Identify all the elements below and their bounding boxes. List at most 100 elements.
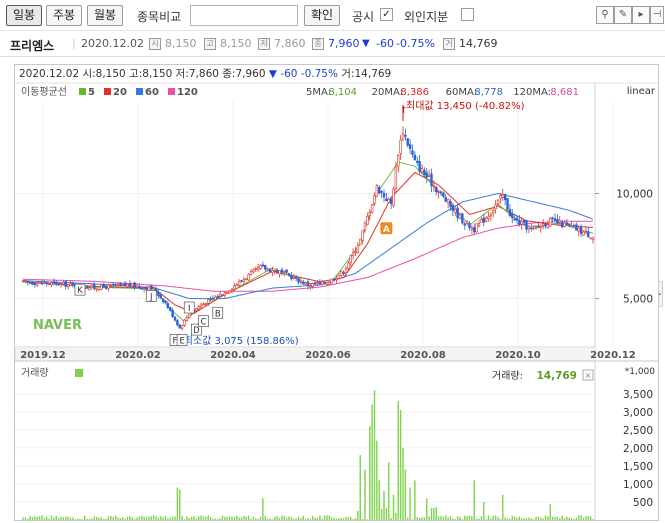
change-pct: -0.75% — [396, 37, 435, 50]
volume-bar — [361, 518, 364, 520]
candle-body — [230, 288, 234, 292]
volume-bar — [497, 517, 499, 520]
ma-legend-swatch — [136, 88, 143, 95]
ma-legend-swatch — [104, 88, 111, 95]
candle-body — [359, 238, 362, 245]
min-annotation: 최소값 3,075 (158.86%) — [184, 335, 299, 347]
ma-legend-period: 60 — [145, 87, 159, 98]
volume-bar — [347, 517, 350, 520]
volume-bar — [281, 515, 283, 520]
disclosure-checkbox[interactable]: ✓ — [380, 8, 393, 21]
header-seg-3: 8,150 — [142, 68, 172, 80]
volume-bar — [69, 517, 72, 520]
close-icon[interactable]: × — [585, 371, 592, 380]
foreign-checkbox[interactable] — [461, 8, 474, 21]
volume-bar — [60, 516, 62, 520]
candle-body — [159, 294, 162, 299]
tab-weekly[interactable]: 주봉 — [46, 5, 82, 26]
volume-bar — [452, 518, 454, 520]
candle-body — [242, 279, 246, 282]
pin-icon[interactable]: ⊣ — [650, 6, 664, 24]
volume-bar — [578, 515, 580, 520]
volume-bar — [513, 516, 516, 520]
candle-body — [202, 303, 205, 306]
candle-body — [294, 276, 298, 279]
volume-current: 14,769 — [536, 370, 577, 382]
scale-mode[interactable]: linear — [627, 86, 656, 97]
candle-body — [199, 304, 203, 308]
candle-body — [432, 185, 436, 188]
volume-bar — [169, 517, 171, 520]
event-marker-label: K — [77, 286, 83, 296]
stock-name: 프리엠스 — [10, 39, 55, 53]
volume-bar — [430, 508, 433, 520]
volume-bar — [112, 516, 114, 520]
volume-bar — [547, 516, 549, 520]
volume-bar — [255, 518, 257, 520]
candle-body — [511, 213, 514, 219]
header-seg-10: -0.75% — [297, 68, 338, 80]
candle-body — [166, 303, 170, 309]
volume-bar — [250, 518, 252, 520]
volume-bar — [487, 515, 490, 520]
candle-body — [214, 296, 217, 300]
candle-body — [425, 172, 428, 178]
candle-body — [560, 221, 564, 228]
volume-tick-label: 3,000 — [623, 407, 653, 419]
volume-bar — [174, 516, 176, 520]
volume-bar — [269, 518, 271, 520]
pencil-icon[interactable]: ✎ — [614, 6, 632, 24]
candle-body — [456, 207, 459, 219]
candle-body — [591, 237, 595, 240]
candle-body — [233, 285, 236, 290]
volume-bar — [359, 455, 361, 520]
volume-bar — [411, 519, 414, 520]
ma-legend-title: 이동평균선 — [21, 86, 67, 98]
tab-daily[interactable]: 일봉 — [6, 5, 42, 26]
candle-body — [50, 282, 53, 286]
candle-body — [123, 282, 127, 286]
cursor-icon[interactable]: ▸ — [632, 6, 650, 24]
candle-body — [278, 270, 281, 275]
candle-body — [36, 282, 39, 286]
volume-bar — [179, 489, 181, 520]
close-badge: 종 — [312, 38, 324, 50]
candle-body — [344, 268, 348, 274]
candle-body — [100, 284, 103, 290]
volume-bar — [46, 516, 48, 520]
volume-bar — [378, 480, 380, 520]
naver-watermark: NAVER — [33, 318, 82, 333]
annotations: ↑최대값 13,450 (-40.82%)최소값 3,075 (158.86%)… — [74, 100, 525, 347]
high-badge: 고 — [204, 38, 216, 50]
candle-body — [185, 316, 189, 322]
volume-bar — [352, 519, 354, 520]
stock-chart[interactable]: 2020.12.02 시:8,150 고:8,150 저:7,860 종:7,9… — [14, 65, 658, 520]
candle-body — [349, 255, 352, 264]
volume-bar — [307, 518, 309, 520]
volume-bar — [399, 410, 402, 520]
candle-body — [492, 209, 495, 214]
candle-body — [292, 276, 295, 279]
tab-monthly[interactable]: 월봉 — [87, 5, 123, 26]
candle-body — [109, 284, 113, 287]
volume-bar — [157, 517, 160, 520]
confirm-button[interactable]: 확인 — [304, 5, 340, 26]
volume-bar — [283, 516, 285, 520]
compare-input[interactable] — [190, 5, 298, 26]
candle-body — [579, 226, 583, 234]
candle-body — [33, 283, 37, 286]
ma-value: 8,681 — [550, 87, 579, 98]
low-value: 7,860 — [274, 37, 306, 50]
candle-body — [375, 185, 379, 197]
volume-bar — [494, 515, 497, 520]
candle-body — [188, 313, 191, 319]
volume-bar — [319, 515, 321, 520]
candle-body — [392, 189, 395, 206]
volume-bar — [440, 515, 442, 520]
ma-value: 8,778 — [474, 87, 503, 98]
tool-icon[interactable]: ⚲ — [596, 6, 614, 24]
volume-bar — [133, 519, 136, 520]
volume-bar — [568, 517, 570, 520]
candle-body — [256, 267, 260, 270]
candle-body — [572, 224, 576, 227]
